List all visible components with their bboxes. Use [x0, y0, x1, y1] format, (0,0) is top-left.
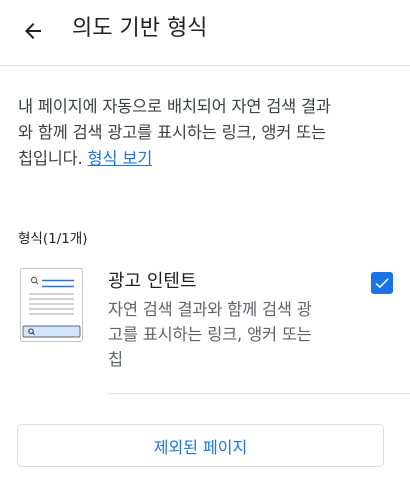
format-count-label: 형식(1/1개) [18, 231, 88, 247]
view-formats-link[interactable]: 형식 보기 [88, 149, 153, 168]
format-desc-line: 자연 검색 결과와 함께 검색 광 [108, 300, 312, 319]
back-button[interactable] [14, 14, 52, 48]
search-results-thumbnail-icon [20, 268, 83, 342]
checkmark-icon [375, 278, 389, 289]
arrow-back-icon [25, 23, 41, 39]
description-line: 내 페이지에 자동으로 배치되어 자연 검색 결과 [18, 97, 331, 116]
format-desc-line: 고를 표시하는 링크, 앵커 또는 [108, 325, 312, 344]
format-item-title: 광고 인텐트 [108, 271, 197, 292]
divider [108, 393, 410, 394]
format-item-description: 자연 검색 결과와 함께 검색 광 고를 표시하는 링크, 앵커 또는 칩 [108, 297, 358, 372]
app-header: 의도 기반 형식 [0, 0, 410, 66]
ad-intent-checkbox[interactable] [371, 272, 393, 294]
page-title: 의도 기반 형식 [72, 16, 208, 41]
description-line: 와 함께 검색 광고를 표시하는 링크, 앵커 또는 [18, 123, 326, 142]
intent-formats-page: 의도 기반 형식 내 페이지에 자동으로 배치되어 자연 검색 결과 와 함께 … [0, 0, 410, 486]
format-desc-line: 칩 [108, 350, 123, 369]
page-description: 내 페이지에 자동으로 배치되어 자연 검색 결과 와 함께 검색 광고를 표시… [18, 94, 394, 172]
description-line-last: 칩입니다. 형식 보기 [18, 146, 394, 172]
format-item-ad-intent: 광고 인텐트 자연 검색 결과와 함께 검색 광 고를 표시하는 링크, 앵커 … [0, 258, 410, 394]
excluded-pages-button[interactable]: 제외된 페이지 [17, 424, 384, 467]
description-text: 칩입니다. [18, 149, 88, 168]
